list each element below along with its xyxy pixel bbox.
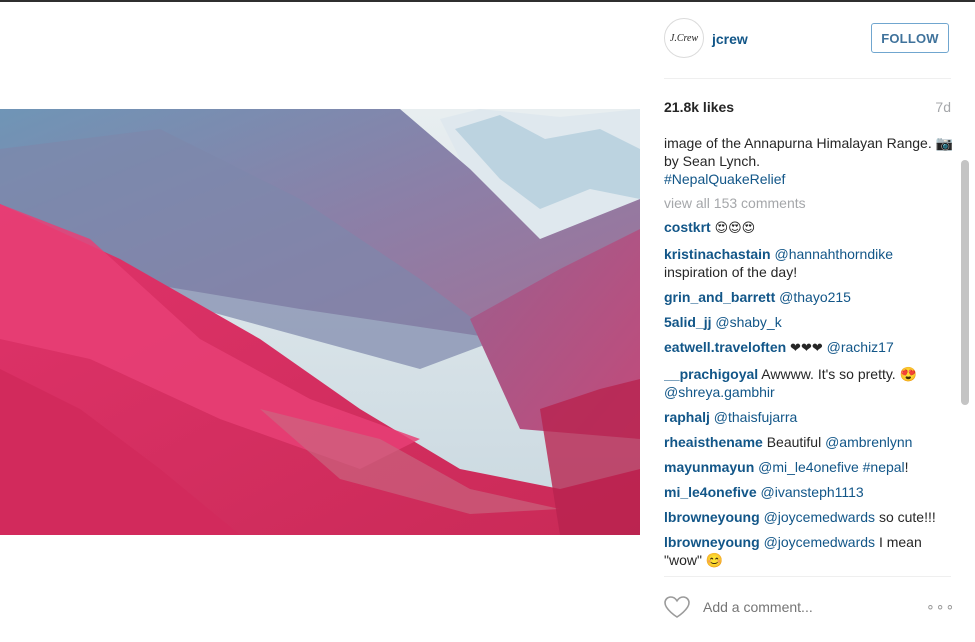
comment-item: __prachigoyal Awwww. It's so pretty. 😍 @… bbox=[664, 365, 960, 401]
comment-text: so cute!!! bbox=[878, 509, 936, 525]
comment-item: lbrowneyoung @joycemedwards I mean "wow"… bbox=[664, 533, 960, 569]
comment-emoji: 😍😍😍 bbox=[714, 221, 756, 236]
post-photo[interactable] bbox=[0, 109, 640, 535]
comment-text: inspiration of the day! bbox=[664, 264, 798, 280]
comments-list: image of the Annapurna Himalayan Range. … bbox=[664, 134, 960, 574]
comment-username[interactable]: mi_le4onefive bbox=[664, 484, 757, 500]
comment-item: rheaisthename Beautiful @ambrenlynn bbox=[664, 433, 960, 451]
comment-username[interactable]: eatwell.traveloften bbox=[664, 339, 786, 355]
comment-text: ❤❤❤ bbox=[790, 341, 823, 356]
post-sidebar: J.Crew jcrew FOLLOW 21.8k likes 7d image… bbox=[640, 2, 975, 642]
comment-mention[interactable]: @thaisfujarra bbox=[714, 409, 797, 425]
post-age[interactable]: 7d bbox=[935, 99, 951, 115]
comment-mention[interactable]: @ambrenlynn bbox=[825, 434, 912, 450]
comment-mention[interactable]: @shaby_k bbox=[715, 314, 781, 330]
comment-mention[interactable]: @thayo215 bbox=[779, 289, 851, 305]
comment-username[interactable]: raphalj bbox=[664, 409, 710, 425]
comment-username[interactable]: grin_and_barrett bbox=[664, 289, 775, 305]
comment-text: Beautiful bbox=[766, 434, 822, 450]
more-options-icon[interactable]: ∘∘∘ bbox=[926, 598, 955, 615]
comment-mention[interactable]: @hannahthorndike bbox=[775, 246, 894, 262]
comment-item: mayunmayun @mi_le4onefive #nepal! bbox=[664, 458, 960, 476]
heart-icon[interactable] bbox=[663, 595, 691, 619]
comment-item: lbrowneyoung @joycemedwards so cute!!! bbox=[664, 508, 960, 526]
comment-mention[interactable]: @joycemedwards bbox=[764, 509, 875, 525]
comment-item: kristinachastain @hannahthorndike inspir… bbox=[664, 245, 960, 281]
comment-item: grin_and_barrett @thayo215 bbox=[664, 288, 960, 306]
comment-mention[interactable]: @shreya.gambhir bbox=[664, 384, 775, 400]
avatar-logo-text: J.Crew bbox=[669, 32, 699, 44]
post-caption: image of the Annapurna Himalayan Range. … bbox=[664, 134, 960, 188]
post-header: J.Crew jcrew FOLLOW bbox=[664, 18, 951, 79]
photo-pane bbox=[0, 2, 640, 642]
comment-username[interactable]: __prachigoyal bbox=[664, 366, 758, 382]
comment-text: ! bbox=[904, 459, 909, 475]
comment-username[interactable]: costkrt bbox=[664, 219, 711, 235]
username-link[interactable]: jcrew bbox=[712, 31, 748, 47]
caption-text: image of the Annapurna Himalayan Range. … bbox=[664, 135, 954, 169]
comment-item: eatwell.traveloften ❤❤❤ @rachiz17 bbox=[664, 338, 960, 358]
comment-item: costkrt 😍😍😍 bbox=[664, 218, 960, 238]
comment-username[interactable]: 5alid_jj bbox=[664, 314, 711, 330]
comment-mention[interactable]: @ivansteph1113 bbox=[761, 484, 864, 500]
comment-item: raphalj @thaisfujarra bbox=[664, 408, 960, 426]
comment-mention[interactable]: @joycemedwards bbox=[764, 534, 875, 550]
likes-count[interactable]: 21.8k likes bbox=[664, 99, 734, 115]
footer-divider bbox=[664, 576, 951, 577]
comment-username[interactable]: rheaisthename bbox=[664, 434, 763, 450]
avatar[interactable]: J.Crew bbox=[664, 18, 704, 58]
comment-mention[interactable]: @rachiz17 bbox=[827, 339, 894, 355]
comment-username[interactable]: lbrowneyoung bbox=[664, 509, 760, 525]
comment-mention[interactable]: @mi_le4onefive #nepal bbox=[758, 459, 905, 475]
comment-item: mi_le4onefive @ivansteph1113 bbox=[664, 483, 960, 501]
comment-username[interactable]: mayunmayun bbox=[664, 459, 754, 475]
comment-text: Awwww. It's so pretty. 😍 bbox=[761, 366, 918, 382]
comment-item: 5alid_jj @shaby_k bbox=[664, 313, 960, 331]
follow-button[interactable]: FOLLOW bbox=[871, 23, 949, 53]
view-all-comments-link[interactable]: view all 153 comments bbox=[664, 194, 960, 212]
comment-username[interactable]: kristinachastain bbox=[664, 246, 771, 262]
caption-hashtag[interactable]: #NepalQuakeRelief bbox=[664, 171, 785, 187]
add-comment-input[interactable] bbox=[703, 599, 903, 615]
comments-scrollbar[interactable] bbox=[961, 160, 969, 405]
comment-username[interactable]: lbrowneyoung bbox=[664, 534, 760, 550]
